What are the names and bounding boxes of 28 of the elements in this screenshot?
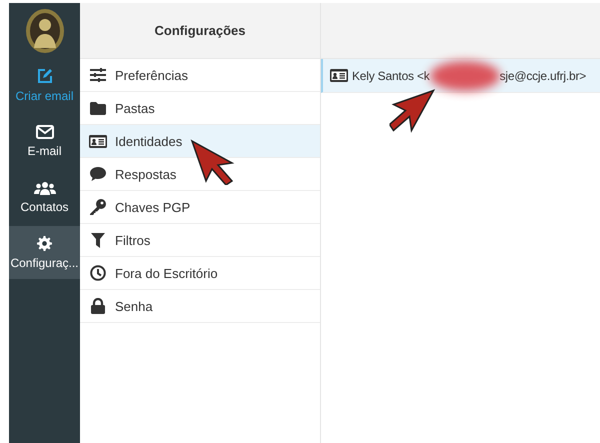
- pointer-arrow: [390, 88, 436, 134]
- settings-item[interactable]: Filtros: [80, 224, 320, 257]
- nav-item[interactable]: E-mail: [9, 114, 80, 168]
- logo-icon: [24, 8, 64, 54]
- settings-item[interactable]: Identidades: [80, 125, 320, 158]
- people-icon: [34, 180, 56, 194]
- nav-item[interactable]: Contatos: [9, 170, 80, 224]
- compose-icon: [36, 68, 52, 84]
- gear-icon: [37, 236, 52, 250]
- id-card-icon: [89, 134, 107, 148]
- folder-icon: [90, 102, 106, 114]
- key-icon: [90, 199, 106, 215]
- pointer-arrow: [190, 139, 236, 185]
- clock-icon: [90, 265, 106, 281]
- nav-item[interactable]: Configuraç...: [9, 226, 80, 279]
- filter-icon: [91, 232, 105, 248]
- settings-item[interactable]: Fora do Escritório: [80, 257, 320, 290]
- nav-item[interactable]: Criar email: [9, 58, 80, 112]
- lock-icon: [91, 298, 105, 314]
- settings-item[interactable]: Senha: [80, 290, 320, 323]
- settings-item[interactable]: Preferências: [80, 59, 320, 92]
- sliders-icon: [90, 68, 106, 82]
- envelope-icon: [36, 124, 54, 138]
- id-card-icon: [330, 69, 348, 82]
- speech-bubble-icon: [90, 167, 106, 181]
- column-title: Configurações: [80, 3, 320, 59]
- settings-item[interactable]: Chaves PGP: [80, 191, 320, 224]
- identity-item[interactable]: Kely Santos <k sje@ccje.ufrj.br>: [321, 59, 600, 93]
